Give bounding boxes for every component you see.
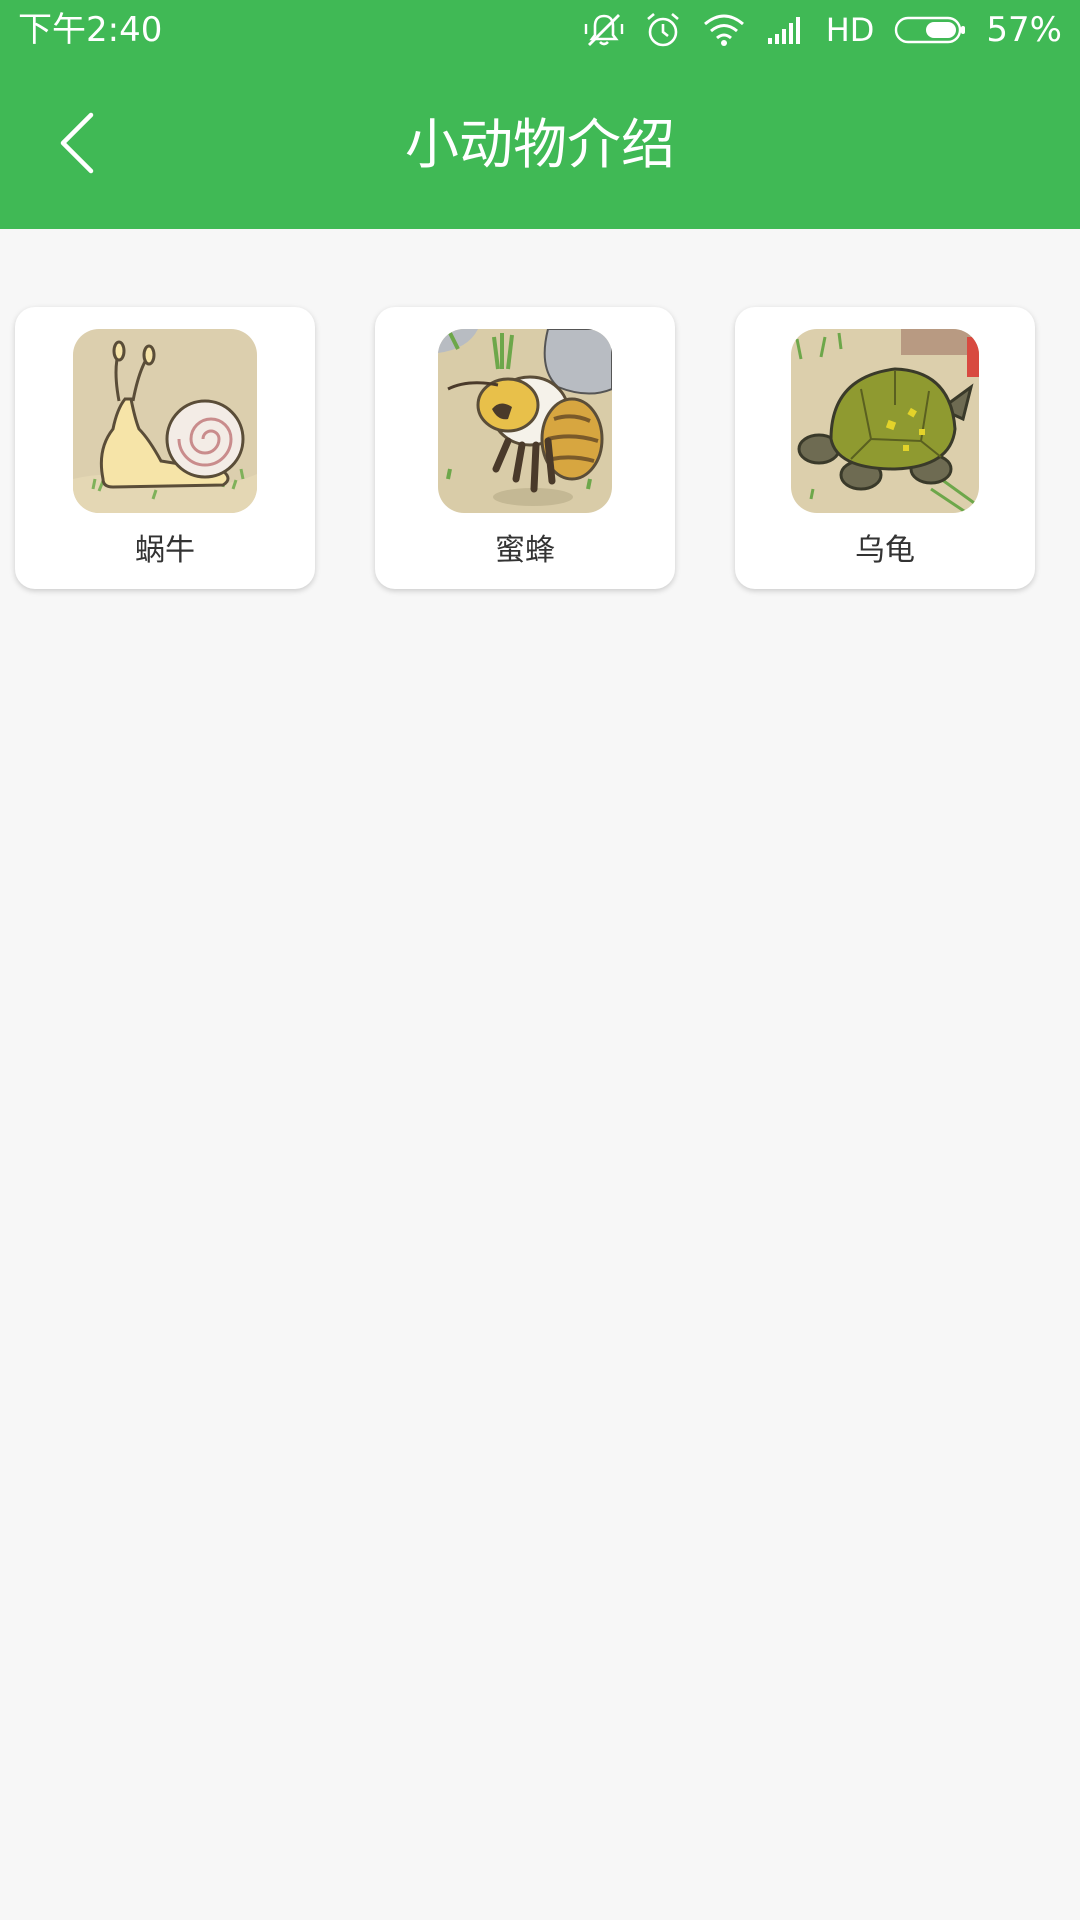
- animal-card-turtle[interactable]: 乌龟: [735, 307, 1035, 589]
- status-time: 下午2:40: [18, 10, 163, 50]
- wifi-icon: [702, 12, 746, 48]
- status-icons: HD 57%: [584, 8, 1062, 52]
- snail-image: [73, 329, 257, 513]
- signal-icon: [766, 14, 806, 46]
- turtle-image: [791, 329, 979, 513]
- animal-grid: 蜗牛 蜜蜂 乌龟: [0, 307, 1080, 591]
- animal-card-bee[interactable]: 蜜蜂: [375, 307, 675, 589]
- status-bar: 下午2:40 HD 57%: [0, 0, 1080, 60]
- header: 下午2:40 HD 57% 小动物介绍: [0, 0, 1080, 229]
- network-type: HD: [825, 11, 875, 49]
- animal-name: 乌龟: [855, 533, 915, 568]
- app-bar: 小动物介绍: [0, 60, 1080, 229]
- screen: 下午2:40 HD 57% 小动物介绍 蜗牛 蜜蜂 乌龟: [0, 0, 1080, 1920]
- alarm-clock-icon: [644, 11, 682, 49]
- battery-icon: [894, 15, 966, 45]
- animal-name: 蜜蜂: [495, 533, 555, 568]
- vibrate-off-icon: [584, 10, 624, 50]
- animal-card-snail[interactable]: 蜗牛: [15, 307, 315, 589]
- bee-image: [438, 329, 612, 513]
- page-title: 小动物介绍: [405, 113, 675, 176]
- animal-name: 蜗牛: [135, 533, 195, 568]
- battery-percent: 57%: [986, 10, 1062, 50]
